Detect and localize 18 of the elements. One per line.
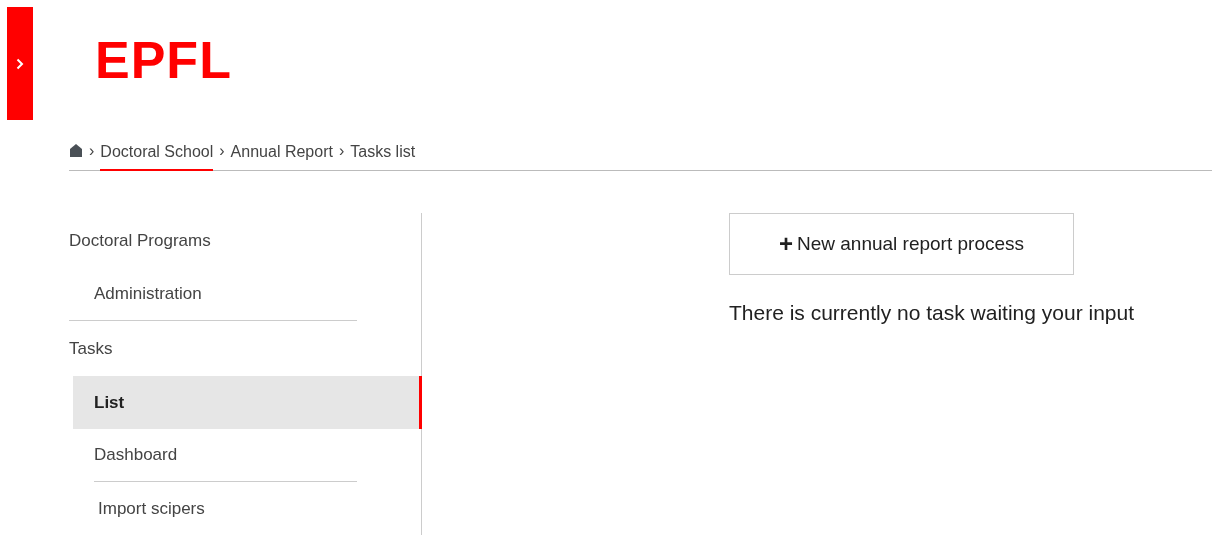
home-icon[interactable]: [69, 143, 83, 157]
drawer-toggle-button[interactable]: [7, 7, 33, 120]
breadcrumb-link[interactable]: Annual Report: [230, 135, 333, 171]
sidebar-heading: Tasks: [69, 338, 114, 360]
breadcrumb-link[interactable]: Tasks list: [350, 135, 416, 171]
logo[interactable]: EPFL: [95, 39, 232, 80]
breadcrumb-separator: ›: [219, 142, 225, 160]
sidebar-item[interactable]: List: [73, 376, 422, 429]
breadcrumb-link[interactable]: Doctoral School: [100, 135, 214, 171]
breadcrumb-separator: ›: [89, 142, 95, 160]
sidebar-item[interactable]: Administration: [69, 268, 357, 321]
chevron-right-icon: [16, 57, 24, 70]
empty-message: There is currently no task waiting your input: [729, 301, 1135, 325]
sidebar-item[interactable]: Import scipers: [73, 482, 357, 535]
sidebar-item[interactable]: Dashboard: [94, 429, 357, 482]
new-process-button[interactable]: + New annual report process: [729, 213, 1074, 275]
breadcrumb-separator: ›: [338, 142, 345, 160]
sidebar-heading: Doctoral Programs: [69, 230, 212, 252]
